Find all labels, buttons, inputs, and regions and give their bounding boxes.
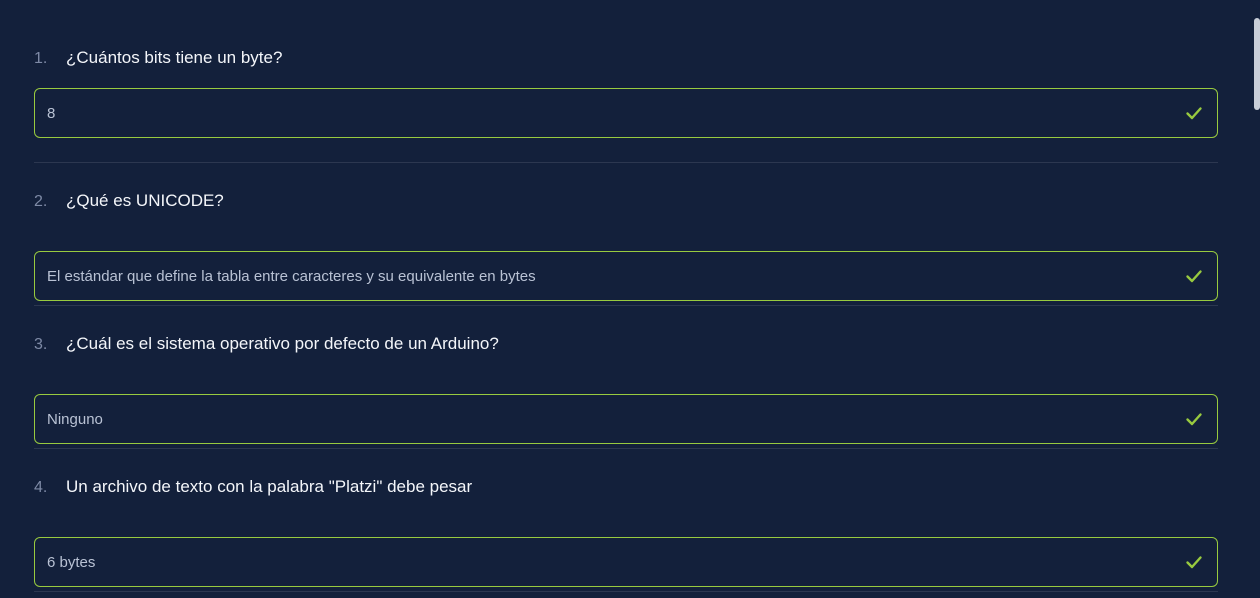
scrollbar[interactable] xyxy=(1252,0,1260,598)
answer-text: 6 bytes xyxy=(47,553,96,571)
question-item: 4. Un archivo de texto con la palabra "P… xyxy=(34,449,1218,592)
question-number: 2. xyxy=(34,193,48,210)
question-number: 3. xyxy=(34,336,48,353)
question-number: 4. xyxy=(34,479,48,496)
answer-option-selected[interactable]: 6 bytes xyxy=(34,537,1218,587)
question-text: Un archivo de texto con la palabra "Plat… xyxy=(66,477,473,496)
answer-text: El estándar que define la tabla entre ca… xyxy=(47,267,536,285)
answer-option-selected[interactable]: 8 xyxy=(34,88,1218,138)
question-text: ¿Qué es UNICODE? xyxy=(66,191,224,210)
answer-option-selected[interactable]: Ninguno xyxy=(34,394,1218,444)
question-header: 1. ¿Cuántos bits tiene un byte? xyxy=(34,48,282,68)
check-icon xyxy=(1186,413,1202,426)
question-number: 1. xyxy=(34,50,48,67)
answer-option-selected[interactable]: El estándar que define la tabla entre ca… xyxy=(34,251,1218,301)
question-header: 3. ¿Cuál es el sistema operativo por def… xyxy=(34,334,499,354)
question-text: ¿Cuántos bits tiene un byte? xyxy=(66,48,283,67)
check-icon xyxy=(1186,107,1202,120)
check-icon xyxy=(1186,270,1202,283)
answer-text: 8 xyxy=(47,104,56,122)
question-text: ¿Cuál es el sistema operativo por defect… xyxy=(66,334,499,353)
question-list: 1. ¿Cuántos bits tiene un byte? 8 2. ¿Qu… xyxy=(34,0,1218,592)
scrollbar-thumb[interactable] xyxy=(1254,18,1260,110)
question-header: 2. ¿Qué es UNICODE? xyxy=(34,191,224,211)
question-item: 1. ¿Cuántos bits tiene un byte? 8 xyxy=(34,0,1218,163)
quiz-results-page: 1. ¿Cuántos bits tiene un byte? 8 2. ¿Qu… xyxy=(0,0,1260,598)
answer-text: Ninguno xyxy=(47,410,103,428)
question-item: 2. ¿Qué es UNICODE? El estándar que defi… xyxy=(34,163,1218,306)
question-header: 4. Un archivo de texto con la palabra "P… xyxy=(34,477,472,497)
question-item: 3. ¿Cuál es el sistema operativo por def… xyxy=(34,306,1218,449)
check-icon xyxy=(1186,556,1202,569)
